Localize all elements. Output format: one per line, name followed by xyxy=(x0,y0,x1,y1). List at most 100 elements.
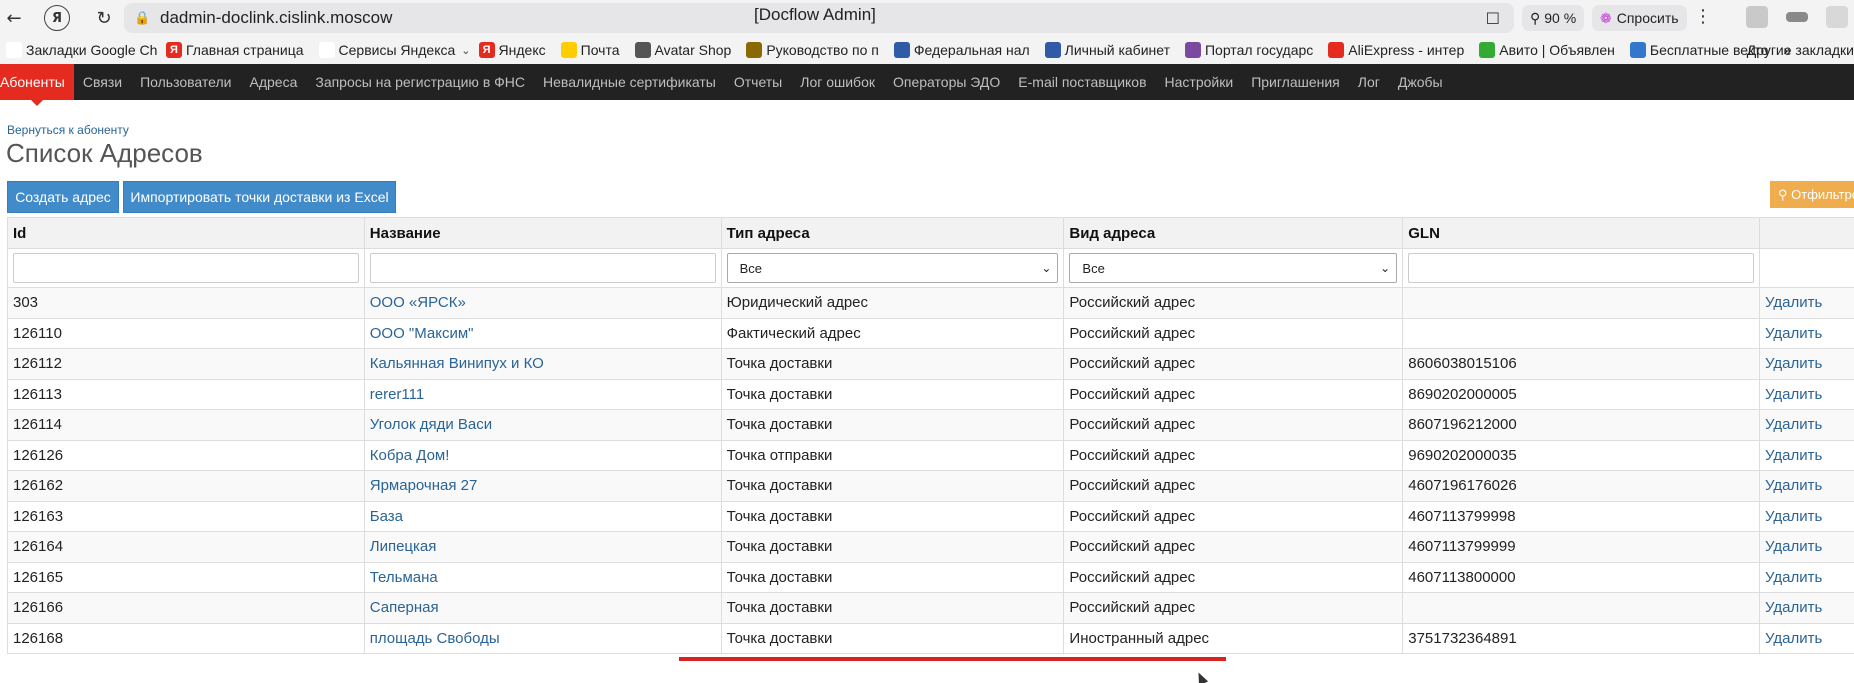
cell-id: 126168 xyxy=(7,622,365,654)
type-filter-select[interactable]: Все ⌄ xyxy=(726,253,1059,283)
table-filter-row: Все ⌄ Все ⌄ xyxy=(7,248,1854,288)
bookmark-item[interactable]: Сервисы Яндекса ⌄ xyxy=(313,42,473,58)
bookmark-item[interactable]: Портал государс xyxy=(1179,42,1322,58)
extension-puzzle-icon[interactable] xyxy=(1826,6,1848,28)
other-bookmarks[interactable]: Другие закладки xyxy=(1747,42,1854,58)
nav-item[interactable]: Лог xyxy=(1349,64,1389,100)
nav-item[interactable]: Запросы на регистрацию в ФНС xyxy=(306,64,534,100)
nav-item[interactable]: E-mail поставщиков xyxy=(1009,64,1155,100)
cell-name-link[interactable]: Тельмана xyxy=(370,569,438,586)
nav-item[interactable]: Пользователи xyxy=(131,64,240,100)
nav-item[interactable]: Невалидные сертификаты xyxy=(534,64,725,100)
type-filter-value: Все xyxy=(739,260,762,276)
column-header-id[interactable]: Id xyxy=(7,217,365,249)
back-arrow-icon[interactable]: ← xyxy=(2,6,26,30)
delete-link[interactable]: Удалить xyxy=(1765,538,1822,555)
cell-id: 303 xyxy=(7,287,365,319)
cell-name-link[interactable]: Ярмарочная 27 xyxy=(370,477,478,494)
kind-filter-value: Все xyxy=(1082,260,1105,276)
nav-item[interactable]: Настройки xyxy=(1156,64,1243,100)
cell-type: Точка доставки xyxy=(720,500,1065,532)
cell-id: 126126 xyxy=(7,439,365,471)
cell-name-link[interactable]: ООО «ЯРСК» xyxy=(370,294,466,311)
cell-name-link[interactable]: Кальянная Винипух и КО xyxy=(370,355,544,372)
delete-link[interactable]: Удалить xyxy=(1765,508,1822,525)
yandex-logo-icon[interactable]: Я xyxy=(44,5,70,31)
url-text: dadmin-doclink.cislink.moscow xyxy=(160,8,393,27)
cell-name-link[interactable]: База xyxy=(370,508,403,525)
create-address-button[interactable]: Создать адрес xyxy=(7,181,119,213)
cell-kind: Российский адрес xyxy=(1063,561,1404,593)
delete-link[interactable]: Удалить xyxy=(1765,416,1822,433)
ask-button[interactable]: ❁ Спросить xyxy=(1592,5,1687,31)
bookmark-item[interactable]: Почта xyxy=(555,42,629,58)
delete-link[interactable]: Удалить xyxy=(1765,477,1822,494)
delete-link[interactable]: Удалить xyxy=(1765,599,1822,616)
nav-item[interactable]: Операторы ЭДО xyxy=(884,64,1009,100)
delete-link[interactable]: Удалить xyxy=(1765,630,1822,647)
delete-link[interactable]: Удалить xyxy=(1765,325,1822,342)
nav-item[interactable]: Лог ошибок xyxy=(791,64,884,100)
nav-item[interactable]: Адреса xyxy=(240,64,306,100)
bookmark-icon[interactable]: ☐ xyxy=(1486,9,1500,28)
delete-link[interactable]: Удалить xyxy=(1765,294,1822,311)
cell-name-link[interactable]: rerer111 xyxy=(370,386,424,403)
cell-type: Точка доставки xyxy=(720,378,1065,410)
column-header-kind[interactable]: Вид адреса xyxy=(1063,217,1404,249)
bookmark-item[interactable]: AliExpress - интер xyxy=(1322,42,1473,58)
bookmark-item[interactable]: Avatar Shop xyxy=(629,42,741,58)
bookmark-item[interactable]: Федеральная нал xyxy=(888,42,1039,58)
cell-name-link[interactable]: Липецкая xyxy=(370,538,437,555)
lock-icon: 🔒 xyxy=(134,10,151,26)
cell-name-link[interactable]: Кобра Дом! xyxy=(370,447,450,464)
menu-kebab-icon[interactable]: ⋮ xyxy=(1694,6,1712,27)
zoom-level: 90 % xyxy=(1544,10,1577,26)
table-header-row: Id Название Тип адреса Вид адреса GLN xyxy=(7,217,1854,249)
nav-item[interactable]: Джобы xyxy=(1389,64,1452,100)
kind-filter-select[interactable]: Все ⌄ xyxy=(1069,253,1398,283)
delete-link[interactable]: Удалить xyxy=(1765,569,1822,586)
main-nav: Абоненты Связи Пользователи Адреса Запросы н… xyxy=(0,64,1854,106)
cell-type: Точка доставки xyxy=(720,470,1065,502)
cell-id: 126166 xyxy=(7,592,365,624)
emblem-icon xyxy=(893,42,910,58)
back-to-subscriber-link[interactable]: Вернуться к абоненту xyxy=(7,123,129,137)
bookmark-label: Авито | Объявлен xyxy=(1499,42,1615,58)
column-header-actions xyxy=(1759,217,1854,249)
bookmark-item[interactable]: Авито | Объявлен xyxy=(1473,42,1624,58)
delete-link[interactable]: Удалить xyxy=(1765,447,1822,464)
bookmark-label: Закладки Google Ch xyxy=(26,42,158,58)
delete-link[interactable]: Удалить xyxy=(1765,355,1822,372)
id-filter-input[interactable] xyxy=(13,253,359,283)
bookmark-item[interactable]: Я Яндекс xyxy=(473,42,555,58)
extension-screen-icon[interactable] xyxy=(1786,12,1808,22)
cell-name-link[interactable]: Уголок дяди Васи xyxy=(370,416,492,433)
nav-item[interactable]: Абоненты xyxy=(0,64,74,106)
bookmark-item[interactable]: Личный кабинет xyxy=(1039,42,1179,58)
column-header-gln[interactable]: GLN xyxy=(1402,217,1761,249)
cell-gln: 4607113799999 xyxy=(1402,531,1761,563)
zoom-button[interactable]: ⚲ 90 % xyxy=(1522,5,1585,31)
delete-link[interactable]: Удалить xyxy=(1765,386,1822,403)
cell-name-link[interactable]: ООО "Максим" xyxy=(370,325,474,342)
filter-button[interactable]: ⚲ Отфильтровать xyxy=(1770,181,1854,208)
extension-avatar-icon[interactable] xyxy=(1746,6,1768,28)
bookmark-label: Руководство по п xyxy=(766,42,879,58)
name-filter-input[interactable] xyxy=(369,253,716,283)
column-header-type[interactable]: Тип адреса xyxy=(720,217,1065,249)
cell-gln: 9690202000035 xyxy=(1402,439,1761,471)
bookmark-label: Почта xyxy=(580,42,620,58)
nav-item[interactable]: Связи xyxy=(74,64,131,100)
nav-item[interactable]: Приглашения xyxy=(1242,64,1349,100)
bookmark-item[interactable]: Я Главная страница xyxy=(160,42,313,58)
cell-name-link[interactable]: площадь Свободы xyxy=(370,630,500,647)
gln-filter-input[interactable] xyxy=(1408,253,1755,283)
reload-icon[interactable]: ↻ xyxy=(92,6,116,30)
column-header-name[interactable]: Название xyxy=(363,217,722,249)
nav-item[interactable]: Отчеты xyxy=(725,64,791,100)
bookmark-item[interactable]: Руководство по п xyxy=(740,42,888,58)
bookmark-item[interactable]: Закладки Google Ch⌄ xyxy=(0,42,160,58)
cell-name-link[interactable]: Саперная xyxy=(370,599,439,616)
cell-kind: Российский адрес xyxy=(1063,348,1404,380)
import-delivery-points-button[interactable]: Импортировать точки доставки из Excel xyxy=(123,181,396,213)
